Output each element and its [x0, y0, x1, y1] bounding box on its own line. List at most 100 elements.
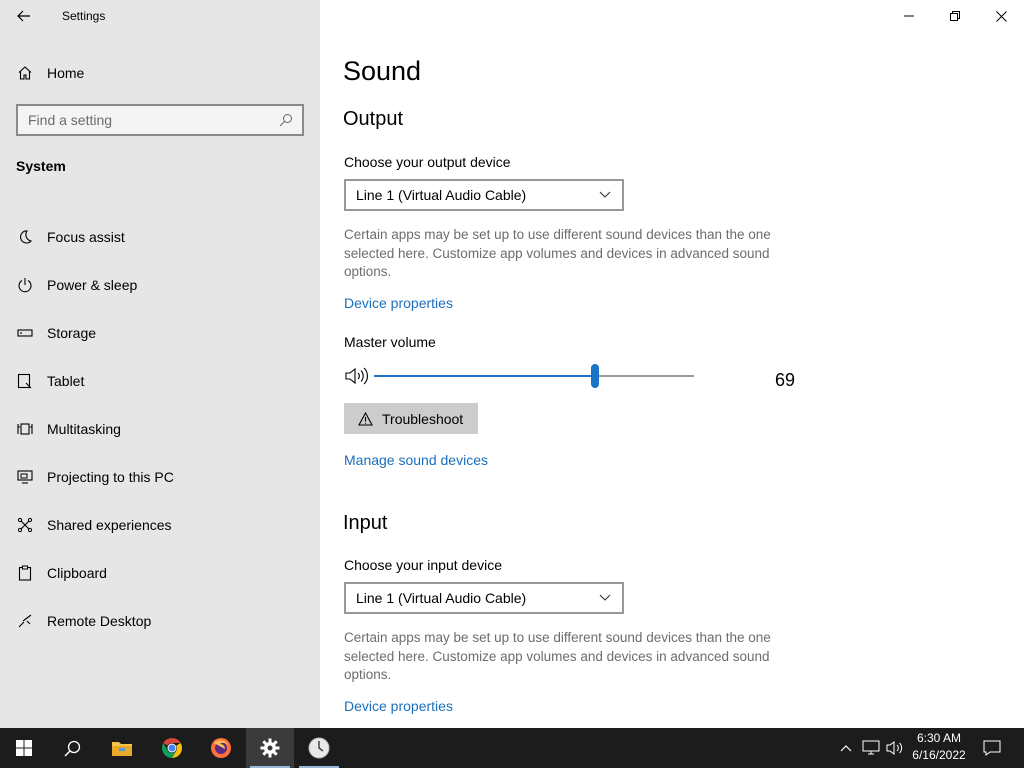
page-title: Sound [343, 56, 422, 86]
search-input[interactable]: Find a setting [16, 104, 304, 136]
speaker-icon[interactable] [344, 365, 368, 387]
taskbar-clock[interactable]: 6:30 AM 6/16/2022 [904, 730, 974, 764]
search-icon [63, 740, 80, 757]
sidebar-item-storage[interactable]: Storage [0, 309, 320, 357]
shared-experiences-icon [16, 516, 34, 534]
master-volume-row: 69 [344, 362, 804, 392]
warning-icon [356, 410, 374, 428]
sidebar-item-label: Storage [47, 325, 97, 341]
input-description: Certain apps may be set up to use differ… [344, 630, 771, 682]
search-icon[interactable] [276, 110, 296, 130]
moon-icon [16, 228, 34, 246]
sidebar-item-label: Shared experiences [47, 517, 172, 533]
restore-button[interactable] [932, 0, 978, 32]
output-device-properties-link[interactable]: Device properties [344, 295, 453, 311]
taskbar-file-explorer[interactable] [98, 728, 146, 768]
sidebar-item-shared-experiences[interactable]: Shared experiences [0, 501, 320, 549]
troubleshoot-label: Troubleshoot [382, 410, 464, 427]
start-button[interactable] [0, 728, 48, 768]
minimize-button[interactable] [886, 0, 932, 32]
taskbar-chrome[interactable] [148, 728, 196, 768]
sidebar-item-label: Tablet [47, 373, 85, 389]
clipboard-icon [16, 564, 34, 582]
clock-time: 6:30 AM [916, 731, 962, 745]
network-tray-button[interactable] [860, 728, 882, 768]
input-device-label: Choose your input device [344, 557, 502, 573]
manage-sound-devices-link[interactable]: Manage sound devices [344, 452, 488, 468]
chevron-down-icon [598, 591, 612, 605]
minimize-icon [904, 15, 914, 17]
volume-slider[interactable] [374, 364, 694, 388]
sidebar: Settings Home Find a setting System Focu… [0, 0, 320, 728]
back-arrow-icon [17, 10, 30, 22]
sidebar-item-label: Remote Desktop [47, 613, 152, 629]
home-nav-item[interactable]: Home [0, 56, 320, 90]
taskbar-firefox[interactable] [197, 728, 245, 768]
section-heading: System [16, 158, 66, 174]
sidebar-nav-list: Focus assist Power & sleep Storage Table… [0, 213, 320, 645]
clock-app-icon [308, 737, 330, 759]
output-description: Certain apps may be set up to use differ… [344, 227, 771, 279]
sidebar-item-label: Power & sleep [47, 277, 138, 293]
title-bar: Settings [0, 0, 320, 34]
restore-icon [950, 11, 960, 21]
master-volume-label: Master volume [344, 334, 436, 350]
output-device-value: Line 1 (Virtual Audio Cable) [356, 187, 527, 203]
chrome-icon [162, 738, 182, 758]
taskbar-search-button[interactable] [48, 728, 96, 768]
sidebar-item-power-sleep[interactable]: Power & sleep [0, 261, 320, 309]
windows-logo-icon [16, 740, 32, 756]
search-placeholder: Find a setting [28, 112, 113, 128]
troubleshoot-button[interactable]: Troubleshoot [344, 403, 478, 434]
folder-icon [112, 742, 132, 756]
input-device-dropdown[interactable]: Line 1 (Virtual Audio Cable) [344, 582, 624, 614]
home-icon [16, 64, 34, 82]
taskbar-settings[interactable] [246, 728, 294, 768]
remote-desktop-icon [16, 612, 34, 630]
notification-icon [983, 740, 1001, 756]
network-icon [862, 740, 880, 755]
tablet-icon [16, 372, 34, 390]
main-content: Sound Output Choose your output device L… [320, 0, 1024, 728]
storage-icon [16, 324, 34, 342]
volume-value: 69 [775, 370, 796, 390]
volume-icon [886, 741, 903, 755]
sidebar-item-tablet[interactable]: Tablet [0, 357, 320, 405]
volume-slider-thumb[interactable] [590, 364, 599, 388]
input-device-properties-link[interactable]: Device properties [344, 698, 453, 714]
multitasking-icon [16, 420, 34, 438]
projecting-icon [16, 468, 34, 486]
sidebar-item-label: Multitasking [47, 421, 121, 437]
show-hidden-icons-button[interactable] [836, 728, 856, 768]
output-device-label: Choose your output device [344, 154, 511, 170]
sidebar-item-focus-assist[interactable]: Focus assist [0, 213, 320, 261]
gear-icon [260, 738, 280, 758]
sidebar-item-label: Focus assist [47, 229, 125, 245]
close-button[interactable] [978, 0, 1024, 32]
input-device-value: Line 1 (Virtual Audio Cable) [356, 590, 527, 606]
output-device-dropdown[interactable]: Line 1 (Virtual Audio Cable) [344, 179, 624, 211]
sidebar-item-label: Projecting to this PC [47, 469, 174, 485]
clock-date: 6/16/2022 [912, 748, 966, 762]
app-title: Settings [62, 9, 106, 23]
sidebar-item-projecting[interactable]: Projecting to this PC [0, 453, 320, 501]
volume-slider-fill [374, 375, 595, 377]
sidebar-item-label: Clipboard [47, 565, 107, 581]
chevron-down-icon [598, 188, 612, 202]
window-controls [886, 0, 1024, 32]
power-icon [16, 276, 34, 294]
firefox-icon [211, 738, 231, 758]
sidebar-item-clipboard[interactable]: Clipboard [0, 549, 320, 597]
home-label: Home [47, 65, 85, 81]
volume-tray-button[interactable] [884, 728, 906, 768]
back-button[interactable] [8, 2, 40, 30]
chevron-up-icon [840, 745, 852, 752]
sidebar-item-remote-desktop[interactable]: Remote Desktop [0, 597, 320, 645]
output-heading: Output [343, 108, 404, 130]
taskbar: 6:30 AM 6/16/2022 [0, 728, 1024, 768]
close-icon [995, 10, 1007, 22]
input-heading: Input [343, 512, 388, 534]
sidebar-item-multitasking[interactable]: Multitasking [0, 405, 320, 453]
taskbar-clock-app[interactable] [295, 728, 343, 768]
action-center-button[interactable] [978, 728, 1006, 768]
